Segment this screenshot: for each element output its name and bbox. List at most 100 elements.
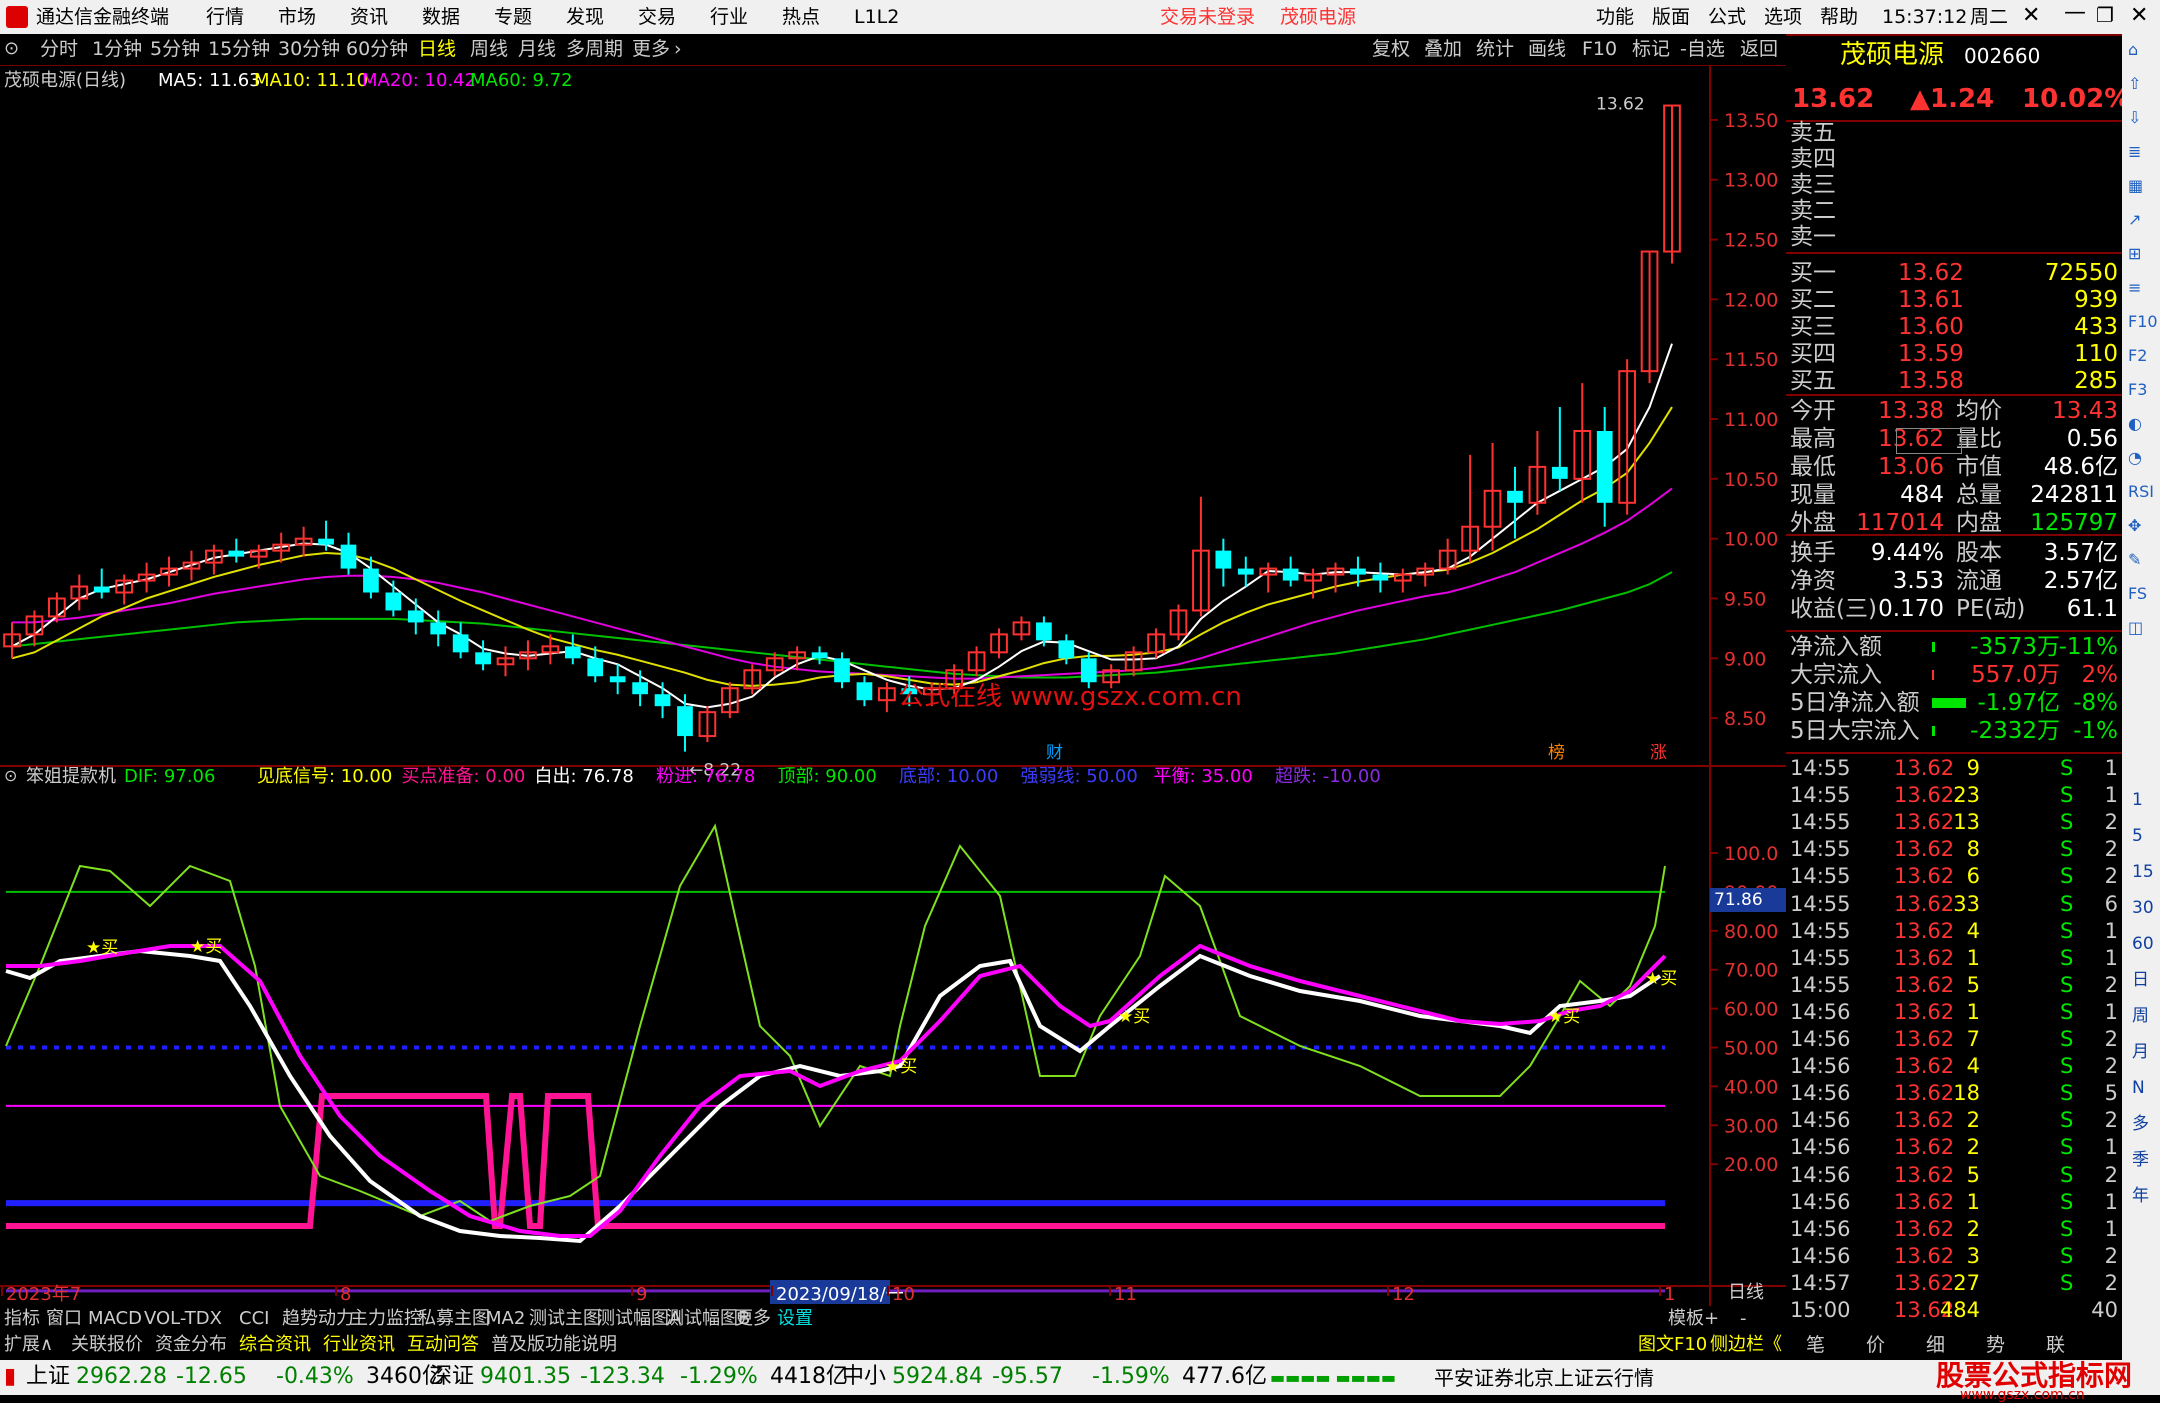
extend-tab[interactable]: 资金分布: [155, 1336, 227, 1354]
sidebar-tool-icon[interactable]: ▦: [2128, 178, 2143, 194]
menu-industry[interactable]: 行业: [710, 8, 748, 27]
sidebar-tool-icon[interactable]: ◫: [2128, 620, 2143, 636]
tool-mark[interactable]: 标记: [1632, 40, 1670, 59]
tab-60min[interactable]: 60分钟: [346, 40, 408, 59]
sidebar-tool-icon[interactable]: ↗: [2128, 212, 2141, 228]
tool-overlay[interactable]: 叠加: [1424, 40, 1462, 59]
sidebar-period[interactable]: 季: [2132, 1152, 2149, 1169]
sidebar-period[interactable]: 周: [2132, 1008, 2149, 1025]
tab-15min[interactable]: 15分钟: [208, 40, 270, 59]
extend-tab[interactable]: 互动问答: [407, 1336, 479, 1354]
menu-help[interactable]: 帮助: [1820, 8, 1858, 27]
quote-tab[interactable]: 笔: [1806, 1336, 1825, 1355]
tool-fuquan[interactable]: 复权: [1372, 40, 1410, 59]
sidebar-tool-icon[interactable]: ◐: [2128, 416, 2142, 432]
menu-hq[interactable]: 行情: [206, 8, 244, 27]
sidebar-toggle[interactable]: 侧边栏《: [1710, 1336, 1782, 1354]
sidebar-tool-icon[interactable]: F2: [2128, 348, 2147, 364]
menu-news[interactable]: 资讯: [350, 8, 388, 27]
sidebar-tool-icon[interactable]: ⌂: [2128, 42, 2138, 58]
sidebar-period[interactable]: 1: [2132, 792, 2143, 809]
sidebar-period[interactable]: N: [2132, 1080, 2145, 1097]
tool-back[interactable]: 返回: [1740, 40, 1778, 59]
menu-market[interactable]: 市场: [278, 8, 316, 27]
indicator-tab[interactable]: 指标: [4, 1310, 40, 1328]
sidebar-tool-icon[interactable]: F10: [2128, 314, 2158, 330]
menu-topic[interactable]: 专题: [494, 8, 532, 27]
indicator-tab[interactable]: 趋势动力: [282, 1310, 354, 1328]
menu-discover[interactable]: 发现: [566, 8, 604, 27]
sidebar-tool-icon[interactable]: ≡: [2128, 280, 2141, 296]
quote-tab[interactable]: 细: [1926, 1336, 1945, 1355]
tab-1min[interactable]: 1分钟: [92, 40, 142, 59]
extend-tab[interactable]: 普及版功能说明: [491, 1336, 617, 1354]
template-button[interactable]: +: [1704, 1310, 1719, 1328]
sidebar-period[interactable]: 月: [2132, 1044, 2149, 1061]
indicator-tab[interactable]: MACD: [88, 1310, 142, 1328]
sidebar-tool-icon[interactable]: RSI: [2128, 484, 2154, 500]
extend-tab[interactable]: 综合资讯: [239, 1336, 311, 1354]
f10-button[interactable]: 图文F10: [1638, 1336, 1707, 1354]
menu-trade[interactable]: 交易: [638, 8, 676, 27]
sidebar-tool-icon[interactable]: ⇩: [2128, 110, 2141, 126]
sidebar-period[interactable]: 日: [2132, 972, 2149, 989]
indicator-name[interactable]: 笨姐提款机: [26, 768, 116, 786]
sidebar-period[interactable]: 年: [2132, 1188, 2149, 1205]
chevron-right-icon[interactable]: ›: [674, 40, 682, 59]
tab-multi[interactable]: 多周期: [566, 40, 623, 59]
sidebar-tool-icon[interactable]: ≣: [2128, 144, 2141, 160]
tab-5min[interactable]: 5分钟: [150, 40, 200, 59]
minimize-icon[interactable]: —: [2064, 2, 2086, 24]
chart-menu-icon[interactable]: ⊙: [4, 40, 19, 58]
restore-icon[interactable]: ❐: [2096, 5, 2114, 25]
menu-data[interactable]: 数据: [422, 8, 460, 27]
sidebar-tool-icon[interactable]: ✎: [2128, 552, 2141, 568]
indicator-tab[interactable]: 窗口: [46, 1310, 82, 1328]
quote-tab[interactable]: 价: [1866, 1336, 1885, 1355]
sidebar-tool-icon[interactable]: F3: [2128, 382, 2147, 398]
menu-hot[interactable]: 热点: [782, 8, 820, 27]
extend-tab[interactable]: 行业资讯: [323, 1336, 395, 1354]
sidebar-period[interactable]: 多: [2132, 1116, 2149, 1133]
quote-tab[interactable]: 势: [1986, 1336, 2005, 1355]
extend-tab[interactable]: 扩展∧: [4, 1336, 53, 1354]
tool-watchlist[interactable]: -自选: [1680, 40, 1725, 59]
indicator-tab[interactable]: 更多: [735, 1310, 771, 1328]
menu-options[interactable]: 选项: [1764, 8, 1802, 27]
indicator-tab[interactable]: 私募主图: [418, 1310, 490, 1328]
indicator-tab[interactable]: 测试主图: [529, 1310, 601, 1328]
chart-area[interactable]: 13.50 13.00 12.50 12.00 11.50 11.00 10.50 10.00…: [0, 66, 1786, 1306]
trade-login-status[interactable]: 交易未登录: [1160, 8, 1255, 27]
tab-30min[interactable]: 30分钟: [278, 40, 340, 59]
menu-layout[interactable]: 版面: [1652, 8, 1690, 27]
indicator-tab[interactable]: VOL-TDX: [144, 1310, 222, 1328]
tool-stats[interactable]: 统计: [1476, 40, 1514, 59]
tab-more[interactable]: 更多: [632, 40, 670, 59]
stock-link[interactable]: 茂硕电源: [1280, 8, 1356, 27]
close-icon[interactable]: ✕: [2130, 5, 2148, 27]
tab-monthly[interactable]: 月线: [518, 40, 556, 59]
indicator-tab[interactable]: CCI: [239, 1310, 269, 1328]
template-button[interactable]: -: [1740, 1310, 1747, 1328]
sidebar-period[interactable]: 5: [2132, 828, 2143, 845]
menu-l1l2[interactable]: L1L2: [854, 8, 899, 27]
sidebar-tool-icon[interactable]: ⇧: [2128, 76, 2141, 92]
tab-fenshi[interactable]: 分时: [40, 40, 78, 59]
indicator-tab[interactable]: MA2: [486, 1310, 525, 1328]
tool-f10[interactable]: F10: [1582, 40, 1617, 59]
indicator-menu-icon[interactable]: ⊙: [4, 768, 17, 784]
close-small-icon[interactable]: ✕: [2022, 5, 2040, 27]
tab-daily[interactable]: 日线: [418, 40, 456, 59]
menu-formula[interactable]: 公式: [1708, 8, 1746, 27]
extend-tab[interactable]: 关联报价: [71, 1336, 143, 1354]
sidebar-tool-icon[interactable]: ⊞: [2128, 246, 2141, 262]
template-button[interactable]: 模板: [1668, 1310, 1704, 1328]
menu-function[interactable]: 功能: [1596, 8, 1634, 27]
sidebar-tool-icon[interactable]: FS: [2128, 586, 2147, 602]
tool-draw[interactable]: 画线: [1528, 40, 1566, 59]
sidebar-tool-icon[interactable]: ◔: [2128, 450, 2142, 466]
indicator-tab[interactable]: 主力监控: [350, 1310, 422, 1328]
sidebar-period[interactable]: 60: [2132, 936, 2154, 953]
sidebar-period[interactable]: 15: [2132, 864, 2154, 881]
tab-weekly[interactable]: 周线: [470, 40, 508, 59]
